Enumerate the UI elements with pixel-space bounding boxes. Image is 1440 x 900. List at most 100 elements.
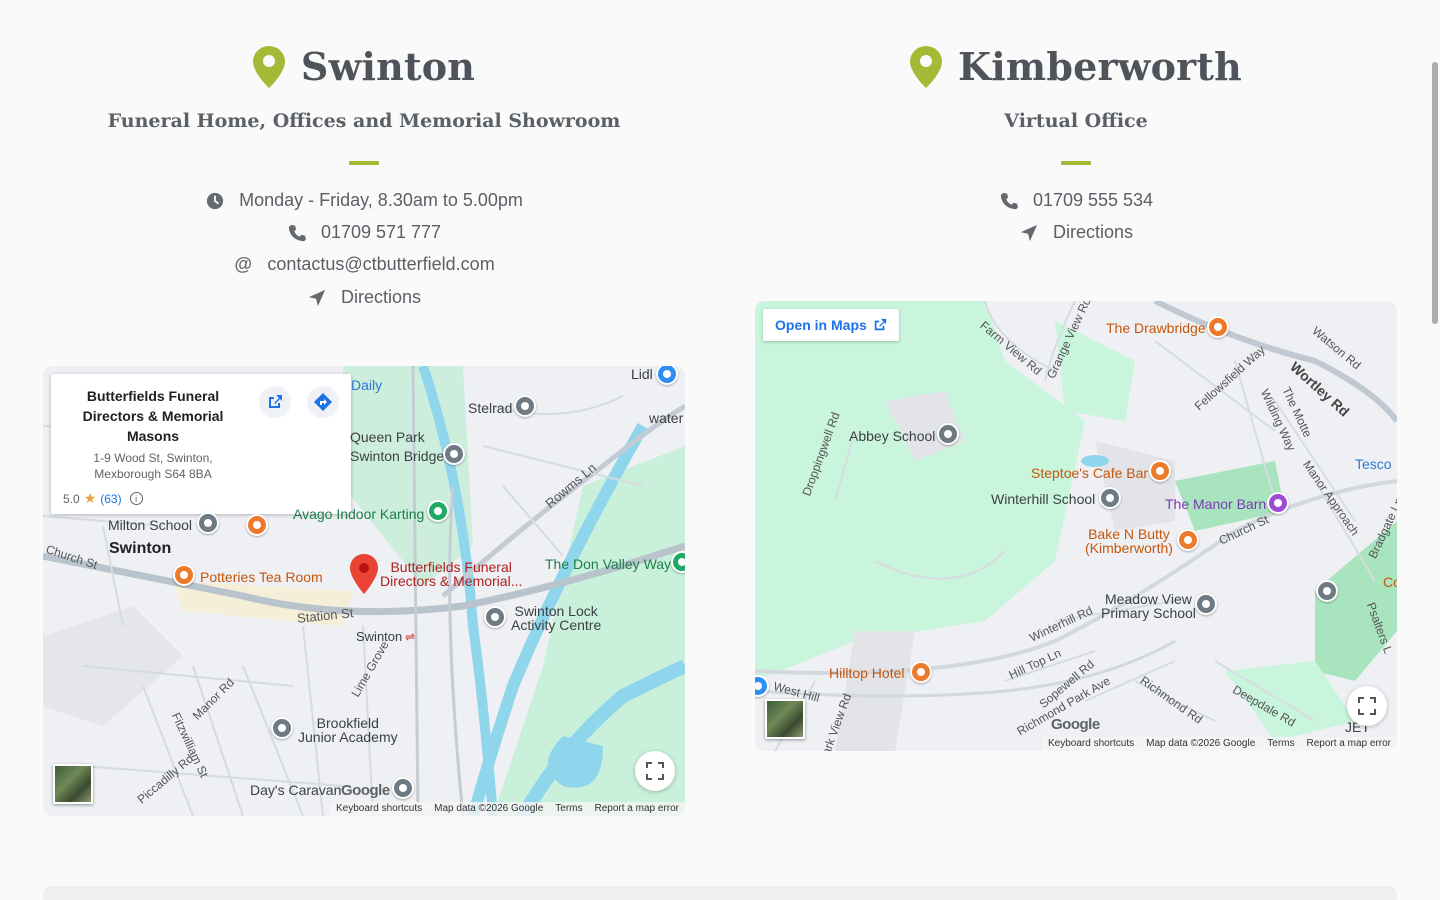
navigation-arrow-icon [1019, 223, 1039, 243]
poi-icon[interactable] [427, 500, 449, 522]
school-poi-icon[interactable] [443, 443, 465, 465]
open-external-button[interactable] [259, 386, 291, 418]
bar-poi-icon[interactable] [1149, 460, 1171, 482]
school-poi-icon[interactable] [1316, 580, 1338, 602]
map-pin-icon [910, 45, 943, 88]
phone-link[interactable]: 01709 555 534 [1033, 190, 1153, 211]
place-rating: 5.0 ★ (63) i [63, 490, 339, 507]
map-label: Tesco [1355, 456, 1392, 472]
map-label: Swinton Bridge [350, 448, 445, 464]
map-label-line: Bake N Butty [1088, 526, 1170, 542]
map-attribution: Keyboard shortcuts Map data ©2026 Google… [329, 802, 685, 816]
map-label: Co [1383, 574, 1397, 590]
location-name: Kimberworth [958, 44, 1242, 89]
rail-icon: ⇌ [405, 630, 416, 644]
map-label: The Manor Barn [1165, 496, 1267, 512]
fullscreen-button[interactable] [1347, 686, 1387, 726]
map-label: Meadow View Primary School [1101, 592, 1196, 620]
map-data-text: Map data ©2026 Google [1146, 738, 1256, 749]
page-scrollbar[interactable] [1432, 62, 1438, 324]
bar-poi-icon[interactable] [1207, 316, 1229, 338]
map-label: Milton School [108, 517, 193, 533]
poi-icon[interactable] [1267, 492, 1289, 514]
phone-link[interactable]: 01709 571 777 [321, 222, 441, 243]
place-name: Butterfields Funeral Directors & Memoria… [82, 388, 224, 444]
school-poi-icon[interactable] [1099, 487, 1121, 509]
location-subtitle: Virtual Office [1004, 110, 1148, 132]
next-section-panel [43, 886, 1397, 900]
map-label: Hilltop Hotel [829, 665, 905, 681]
map-label: The Drawbridge [1106, 320, 1206, 336]
school-poi-icon[interactable] [197, 512, 219, 534]
directions-icon [314, 393, 332, 411]
map-label: Avago Indoor Karting [293, 506, 425, 522]
clock-icon [205, 191, 225, 211]
map-label: water [649, 410, 684, 426]
map-data-text: Map data ©2026 Google [434, 803, 544, 814]
restaurant-poi-icon[interactable] [1177, 529, 1199, 551]
keyboard-shortcuts-link[interactable]: Keyboard shortcuts [1048, 738, 1134, 750]
external-link-icon [874, 318, 886, 331]
place-address: 1-9 Wood St, Swinton, Mexborough S64 8BA [63, 450, 243, 482]
directions-line[interactable]: Directions [43, 287, 685, 308]
location-kimberworth: Kimberworth Virtual Office 01709 555 534… [755, 0, 1397, 760]
keyboard-shortcuts-link[interactable]: Keyboard shortcuts [336, 803, 422, 815]
report-error-link[interactable]: Report a map error [595, 803, 679, 815]
school-poi-icon[interactable] [271, 717, 293, 739]
satellite-toggle[interactable] [53, 764, 93, 804]
email-link[interactable]: contactus@ctbutterfield.com [267, 254, 494, 275]
map-label-line: Swinton Lock [514, 603, 598, 619]
map-label: Butterfields Funeral Directors & Memoria… [380, 560, 522, 588]
phone-icon [999, 191, 1019, 211]
map-label: Brookfield Junior Academy [298, 716, 398, 744]
review-count-link[interactable]: (63) [100, 492, 121, 506]
location-subtitle: Funeral Home, Offices and Memorial Showr… [107, 110, 621, 132]
swinton-map[interactable]: Butterfields Funeral Directors & Memoria… [43, 366, 685, 816]
phone-line[interactable]: 01709 571 777 [43, 222, 685, 243]
phone-line[interactable]: 01709 555 534 [755, 190, 1397, 211]
address-line-1: 1-9 Wood St, Swinton, [93, 451, 213, 465]
map-label: Winterhill School [991, 491, 1096, 507]
location-title: Swinton [43, 44, 685, 89]
bar-poi-icon[interactable] [910, 661, 932, 683]
map-label: Abbey School [849, 428, 936, 444]
poi-icon[interactable] [392, 777, 414, 799]
fullscreen-icon [646, 762, 664, 780]
address-line-2: Mexborough S64 8BA [94, 467, 212, 481]
map-label: Swinton [109, 540, 172, 557]
cafe-poi-icon[interactable] [173, 564, 195, 586]
directions-button[interactable] [307, 386, 339, 418]
directions-link[interactable]: Directions [341, 287, 421, 308]
map-label: Queen Park [350, 429, 425, 445]
map-label: Bake N Butty (Kimberworth) [1085, 527, 1173, 555]
google-logo: Google [341, 782, 390, 799]
hours-text: Monday - Friday, 8.30am to 5.00pm [239, 190, 523, 210]
restaurant-poi-icon[interactable] [246, 514, 268, 536]
phone-icon [287, 223, 307, 243]
divider [1061, 161, 1091, 165]
fullscreen-button[interactable] [635, 751, 675, 791]
star-icon: ★ [83, 490, 97, 506]
terms-link[interactable]: Terms [555, 803, 582, 815]
poi-icon[interactable] [514, 395, 536, 417]
kimberworth-map[interactable]: Open in Maps The Drawbridge Farm View Rd… [755, 301, 1397, 751]
school-poi-icon[interactable] [937, 423, 959, 445]
map-label: Swinton Lock Activity Centre [511, 604, 601, 632]
school-poi-icon[interactable] [1195, 593, 1217, 615]
terms-link[interactable]: Terms [1267, 738, 1294, 750]
info-icon[interactable]: i [129, 492, 143, 505]
location-marker-icon[interactable] [350, 554, 378, 594]
open-in-maps-label: Open in Maps [775, 317, 867, 333]
satellite-toggle[interactable] [765, 699, 805, 739]
directions-line[interactable]: Directions [755, 222, 1397, 243]
map-label: Steptoe's Cafe Bar [1031, 465, 1149, 481]
poi-icon[interactable] [484, 606, 506, 628]
directions-link[interactable]: Directions [1053, 222, 1133, 243]
open-in-maps-button[interactable]: Open in Maps [763, 309, 899, 341]
email-line[interactable]: @ contactus@ctbutterfield.com [43, 254, 685, 275]
location-title: Kimberworth [755, 44, 1397, 89]
map-label-line: Meadow View [1105, 591, 1192, 607]
map-label-line: Primary School [1101, 605, 1196, 621]
report-error-link[interactable]: Report a map error [1307, 738, 1391, 750]
map-label-line: Activity Centre [511, 617, 602, 633]
